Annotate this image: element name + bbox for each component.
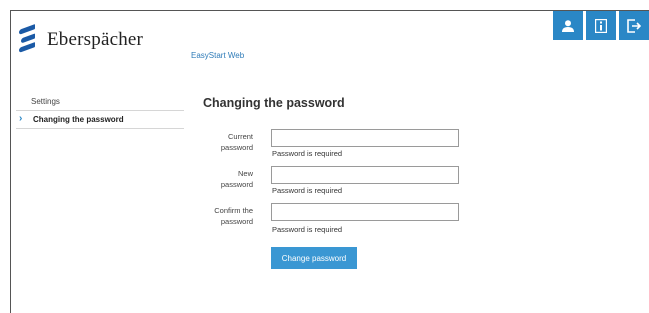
logout-icon [627,18,641,33]
sidebar-item-label: Settings [31,97,60,106]
brand-name: Eberspächer [47,29,144,50]
new-password-error: Password is required [272,186,343,195]
user-button[interactable] [553,11,583,40]
app-link[interactable]: EasyStart Web [191,51,244,60]
chevron-right-icon: › [19,113,23,124]
new-password-label: New password [220,169,253,189]
app-window: Eberspächer EasyStart Web Settings › Cha… [10,10,649,313]
confirm-password-error: Password is required [272,225,343,234]
info-icon [595,18,607,33]
new-password-input[interactable] [271,166,459,184]
user-icon [562,19,574,32]
change-password-button[interactable]: Change password [271,247,357,269]
confirm-password-input[interactable] [271,203,459,221]
eberspaecher-logo-icon [19,24,41,55]
sidebar-item-label: Changing the password [33,115,124,124]
sidebar-item-changing-password[interactable]: › Changing the password [16,110,184,129]
sidebar: Settings › Changing the password [16,93,184,129]
current-password-input[interactable] [271,129,459,147]
info-button[interactable] [586,11,616,40]
page-title: Changing the password [203,96,345,110]
confirm-password-label: Confirm the password [214,206,253,226]
logout-button[interactable] [619,11,649,40]
brand-logo[interactable]: Eberspächer [19,24,144,55]
top-toolbar [553,11,649,40]
current-password-error: Password is required [272,149,343,158]
current-password-label: Current password [220,132,253,152]
sidebar-item-settings[interactable]: Settings [16,93,184,110]
